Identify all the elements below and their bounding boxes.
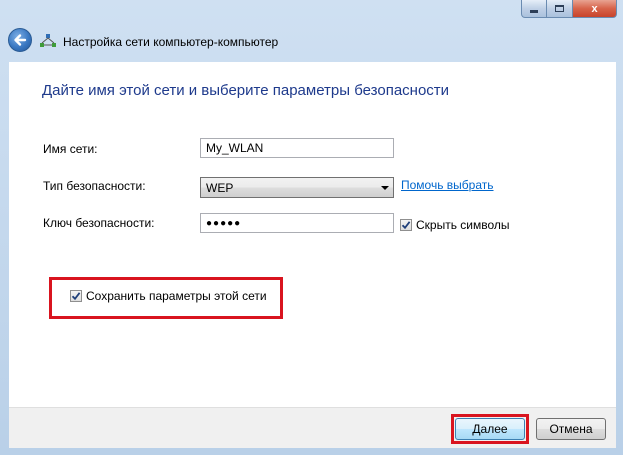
back-button[interactable]: [8, 28, 32, 52]
wizard-window: x Настройка сети компьютер-компьютер Дай…: [0, 0, 623, 455]
checkmark-icon: [401, 221, 411, 230]
security-type-value: WEP: [206, 181, 234, 195]
close-icon: x: [591, 2, 598, 15]
save-settings-checkbox[interactable]: [70, 290, 82, 302]
network-name-label: Имя сети:: [43, 142, 98, 156]
network-name-input[interactable]: My_WLAN: [200, 138, 394, 158]
cancel-button[interactable]: Отмена: [536, 418, 606, 440]
content-panel: Дайте имя этой сети и выберите параметры…: [9, 62, 616, 407]
caption-buttons: x: [521, 0, 617, 18]
security-type-label: Тип безопасности:: [43, 179, 146, 193]
next-button[interactable]: Далее: [455, 418, 525, 440]
security-key-input[interactable]: ●●●●●: [200, 213, 394, 233]
security-type-select[interactable]: WEP: [200, 177, 394, 198]
security-key-label: Ключ безопасности:: [43, 216, 155, 230]
hide-chars-label: Скрыть символы: [416, 218, 510, 232]
wizard-footer: Далее Отмена: [9, 407, 616, 448]
maximize-button[interactable]: [547, 0, 573, 18]
back-arrow-icon: [14, 34, 27, 46]
network-adhoc-icon: [40, 34, 56, 47]
save-settings-label: Сохранить параметры этой сети: [86, 289, 267, 303]
window-title: Настройка сети компьютер-компьютер: [63, 35, 279, 49]
close-button[interactable]: x: [573, 0, 617, 18]
help-choose-link[interactable]: Помочь выбрать: [401, 178, 494, 192]
hide-chars-option: Скрыть символы: [400, 218, 510, 232]
minimize-button[interactable]: [521, 0, 547, 18]
wizard-header: Настройка сети компьютер-компьютер: [0, 26, 623, 60]
save-settings-option: Сохранить параметры этой сети: [70, 289, 267, 303]
hide-chars-checkbox[interactable]: [400, 219, 412, 231]
chevron-down-icon: [381, 186, 389, 190]
minimize-icon: [530, 10, 538, 13]
page-heading: Дайте имя этой сети и выберите параметры…: [42, 82, 450, 99]
maximize-icon: [555, 5, 564, 12]
checkmark-icon: [71, 292, 81, 301]
